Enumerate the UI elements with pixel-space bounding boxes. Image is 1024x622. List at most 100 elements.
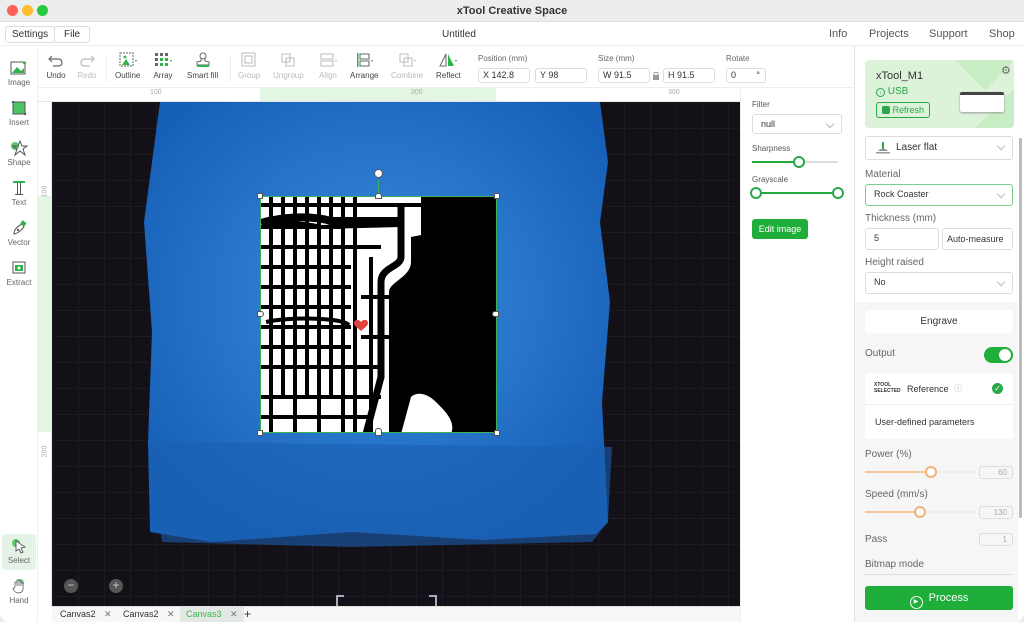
tool-insert[interactable]: Insert bbox=[2, 96, 36, 132]
align-button[interactable]: Align bbox=[318, 52, 338, 80]
tool-hand[interactable]: Hand bbox=[2, 574, 36, 610]
filter-select[interactable]: null bbox=[752, 114, 842, 134]
arrange-button[interactable]: Arrange bbox=[350, 52, 378, 80]
tool-text[interactable]: Text bbox=[2, 176, 36, 212]
redo-button[interactable]: Redo bbox=[77, 52, 97, 80]
rotate-value: 0 bbox=[731, 70, 737, 80]
nav-support[interactable]: Support bbox=[929, 28, 968, 40]
reference-option[interactable]: XTOOL SELECTED Reference ⓘ ✓ bbox=[865, 373, 1013, 405]
outline-label: Outline bbox=[115, 71, 141, 80]
rotate-input[interactable]: 0 ° bbox=[726, 68, 766, 83]
file-button[interactable]: File bbox=[54, 26, 91, 43]
smart-fill-button[interactable]: Smart fill bbox=[187, 52, 218, 80]
power-input[interactable]: 60 bbox=[979, 466, 1013, 479]
resize-handle-top-left[interactable] bbox=[257, 193, 263, 199]
nav-shop[interactable]: Shop bbox=[989, 28, 1015, 40]
speed-input[interactable]: 130 bbox=[979, 506, 1013, 519]
speed-slider[interactable] bbox=[865, 506, 975, 518]
grayscale-min-knob[interactable] bbox=[750, 187, 762, 199]
design-canvas[interactable]: − + bbox=[52, 102, 740, 606]
settings-button[interactable]: Settings bbox=[5, 26, 56, 43]
laser-settings-panel: xTool_M1 ↓ USB Refresh ⚙ Laser flat Mate… bbox=[854, 46, 1024, 622]
close-tab-icon[interactable]: ✕ bbox=[104, 609, 112, 619]
size-height-input[interactable]: H 91.5 bbox=[663, 68, 715, 83]
power-slider[interactable] bbox=[865, 466, 975, 478]
tool-image[interactable]: Image bbox=[2, 56, 36, 92]
laser-mode-value: Laser flat bbox=[896, 142, 938, 153]
zoom-out-button[interactable]: − bbox=[64, 579, 78, 593]
image-properties-panel: Filter null Sharpness Grayscale Edit ima… bbox=[740, 88, 854, 622]
chevron-down-icon bbox=[996, 141, 1006, 151]
tool-shape[interactable]: Shape bbox=[2, 136, 36, 172]
power-slider-knob[interactable] bbox=[925, 466, 937, 478]
toolbar-divider bbox=[230, 54, 231, 82]
grayscale-range-slider[interactable] bbox=[750, 187, 844, 199]
resize-handle-bottom-right[interactable] bbox=[494, 430, 500, 436]
resize-handle-top-right[interactable] bbox=[494, 193, 500, 199]
speed-slider-fill bbox=[865, 511, 920, 513]
selected-map-image[interactable] bbox=[260, 196, 497, 433]
resize-handle-bottom-left[interactable] bbox=[257, 430, 263, 436]
tool-select[interactable]: Select bbox=[2, 534, 36, 570]
speed-label: Speed (mm/s) bbox=[865, 489, 928, 500]
undo-button[interactable]: Undo bbox=[46, 52, 66, 80]
combine-icon bbox=[399, 53, 416, 67]
pass-input[interactable]: 1 bbox=[979, 533, 1013, 546]
engrave-tab[interactable]: Engrave bbox=[865, 310, 1013, 333]
size-width-input[interactable]: W 91.5 bbox=[598, 68, 650, 83]
height-raised-select[interactable]: No bbox=[865, 272, 1013, 294]
sharpness-slider[interactable] bbox=[752, 156, 838, 168]
canvas-tab[interactable]: Canvas2 ✕ bbox=[117, 607, 181, 622]
grayscale-max-knob[interactable] bbox=[832, 187, 844, 199]
sharpness-slider-knob[interactable] bbox=[793, 156, 806, 168]
app-window: xTool Creative Space Settings File Untit… bbox=[0, 0, 1024, 622]
position-x-input[interactable]: X 142.8 bbox=[478, 68, 530, 83]
array-icon bbox=[155, 53, 172, 66]
ruler-selection-highlight bbox=[260, 88, 496, 101]
reflect-icon bbox=[439, 53, 458, 67]
add-tab-button[interactable]: + bbox=[240, 607, 255, 622]
rotate-handle[interactable] bbox=[374, 169, 383, 178]
nav-info[interactable]: Info bbox=[829, 28, 847, 40]
reflect-button[interactable]: Reflect bbox=[436, 52, 461, 80]
thickness-input[interactable]: 5 bbox=[865, 228, 939, 250]
close-tab-icon[interactable]: ✕ bbox=[230, 609, 238, 619]
user-defined-option[interactable]: User-defined parameters bbox=[875, 417, 975, 427]
speed-slider-knob[interactable] bbox=[914, 506, 926, 518]
process-button[interactable]: ▶ Process bbox=[865, 586, 1013, 610]
canvas-tab[interactable]: Canvas2 ✕ bbox=[54, 607, 118, 622]
close-tab-icon[interactable]: ✕ bbox=[167, 609, 175, 619]
ungroup-label: Ungroup bbox=[273, 71, 304, 80]
panel-scrollbar[interactable] bbox=[1019, 138, 1022, 518]
usb-icon: ↓ bbox=[876, 88, 885, 97]
output-toggle[interactable] bbox=[984, 347, 1013, 363]
zoom-in-button[interactable]: + bbox=[109, 579, 123, 593]
position-y-input[interactable]: Y 98 bbox=[535, 68, 587, 83]
lock-aspect-icon[interactable] bbox=[652, 71, 660, 81]
height-raised-value: No bbox=[874, 277, 886, 287]
array-button[interactable]: Array bbox=[153, 52, 173, 80]
nav-projects[interactable]: Projects bbox=[869, 28, 909, 40]
auto-measure-button[interactable]: Auto-measure bbox=[942, 228, 1013, 250]
resize-handle-left[interactable] bbox=[257, 311, 264, 317]
ungroup-button[interactable]: Ungroup bbox=[273, 52, 304, 80]
edit-image-button[interactable]: Edit image bbox=[752, 219, 808, 239]
group-button[interactable]: Group bbox=[238, 52, 260, 80]
tool-extract[interactable]: Extract bbox=[2, 256, 36, 292]
laser-mode-select[interactable]: Laser flat bbox=[865, 136, 1013, 160]
material-select[interactable]: Rock Coaster bbox=[865, 184, 1013, 206]
combine-button[interactable]: Combine bbox=[391, 52, 423, 80]
canvas-tab-active[interactable]: Canvas3 ✕ bbox=[180, 607, 244, 622]
tool-vector[interactable]: Vector bbox=[2, 216, 36, 252]
material-label: Material bbox=[865, 169, 901, 180]
camera-frame-corner bbox=[429, 595, 437, 606]
resize-handle-bottom[interactable] bbox=[375, 428, 382, 436]
refresh-button[interactable]: Refresh bbox=[876, 102, 931, 118]
resize-handle-top[interactable] bbox=[375, 193, 382, 199]
outline-button[interactable]: Outline bbox=[115, 52, 140, 80]
tool-label: Shape bbox=[7, 158, 31, 167]
settings-gear-icon[interactable]: ⚙ bbox=[1001, 64, 1011, 77]
group-icon bbox=[241, 52, 256, 67]
info-icon[interactable]: ⓘ bbox=[954, 383, 962, 394]
resize-handle-right[interactable] bbox=[492, 311, 499, 317]
